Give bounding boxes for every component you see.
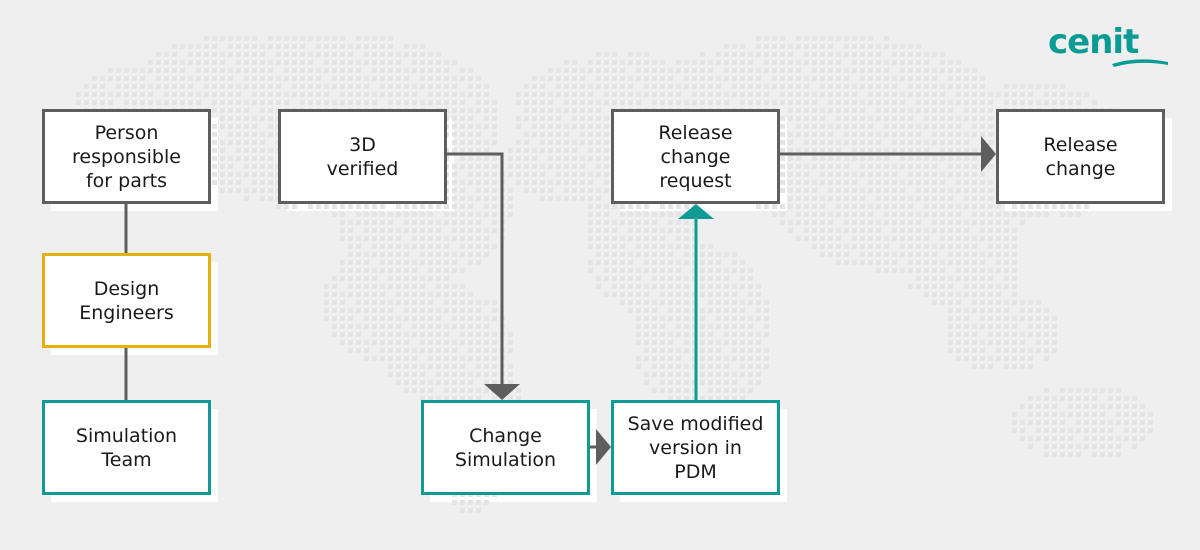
connector-verified-to-change-simulation bbox=[447, 152, 504, 386]
arrowhead-down-icon bbox=[484, 384, 520, 400]
node-label: Person responsible for parts bbox=[72, 121, 181, 192]
node-simulation-team[interactable]: Simulation Team bbox=[42, 400, 218, 502]
node-label: Simulation Team bbox=[75, 424, 178, 471]
node-label: Release change request bbox=[658, 121, 733, 192]
node-release-change[interactable]: Release change bbox=[996, 109, 1172, 211]
node-label: Save modified version in PDM bbox=[627, 412, 764, 483]
arrowhead-right-icon bbox=[596, 429, 611, 465]
node-label: Change Simulation bbox=[454, 424, 557, 471]
arrowhead-right-icon bbox=[981, 136, 996, 172]
node-change-simulation[interactable]: Change Simulation bbox=[421, 400, 597, 502]
arrowhead-up-icon bbox=[678, 204, 714, 219]
node-save-modified-version[interactable]: Save modified version in PDM bbox=[611, 400, 787, 502]
node-3d-verified[interactable]: 3D verified bbox=[278, 109, 454, 211]
node-design-engineers[interactable]: Design Engineers bbox=[42, 253, 218, 355]
node-person-responsible[interactable]: Person responsible for parts bbox=[42, 109, 218, 211]
node-release-change-request[interactable]: Release change request bbox=[611, 109, 787, 211]
node-label: Design Engineers bbox=[79, 277, 174, 324]
node-label: Release change bbox=[1043, 133, 1118, 180]
node-label: 3D verified bbox=[326, 133, 399, 180]
